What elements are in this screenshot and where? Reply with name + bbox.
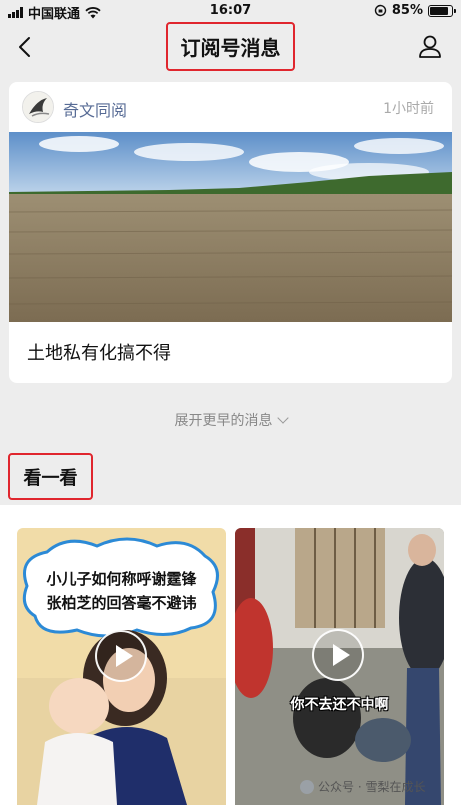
wechat-official-account-icon: [300, 779, 314, 794]
page-title: 订阅号消息: [166, 22, 295, 71]
section-heading-look: 看一看: [8, 453, 93, 500]
status-right: 85%: [374, 3, 456, 18]
watermark: 公众号 · 雪梨在成长: [300, 778, 425, 795]
avatar[interactable]: [22, 91, 54, 123]
watermark-text: 公众号 · 雪梨在成长: [318, 780, 426, 794]
video-card[interactable]: 小儿子如何称呼谢霆锋 张柏芝的回答毫不避讳: [17, 528, 226, 805]
battery-percent: 85%: [391, 3, 423, 18]
message-card[interactable]: 奇文同阅 1小时前 土地私有化搞不得: [9, 82, 452, 383]
article-cover-image[interactable]: [9, 132, 452, 322]
expand-earlier-button[interactable]: 展开更早的消息: [0, 410, 461, 430]
play-icon[interactable]: [95, 630, 147, 682]
orientation-lock-icon: [374, 4, 387, 17]
video-title-line-1: 小儿子如何称呼谢霆锋: [46, 570, 197, 588]
person-icon[interactable]: [417, 33, 443, 59]
video-card[interactable]: 你不去还不中啊: [235, 528, 444, 805]
account-name[interactable]: 奇文同阅: [63, 97, 127, 121]
article-title[interactable]: 土地私有化搞不得: [27, 339, 171, 365]
video-title-line-2: 张柏芝的回答毫不避讳: [46, 594, 197, 612]
chevron-down-icon: [276, 412, 289, 424]
nav-bar: 订阅号消息: [0, 22, 461, 74]
battery-icon: [428, 4, 456, 17]
message-time: 1小时前: [383, 101, 434, 117]
video-caption: 你不去还不中啊: [290, 697, 389, 713]
back-icon[interactable]: [14, 35, 38, 59]
play-icon[interactable]: [312, 629, 364, 681]
expand-label: 展开更早的消息: [174, 413, 273, 429]
account-row: 奇文同阅 1小时前: [9, 82, 452, 132]
status-bar: 中国联通 16:07 85%: [0, 0, 461, 22]
